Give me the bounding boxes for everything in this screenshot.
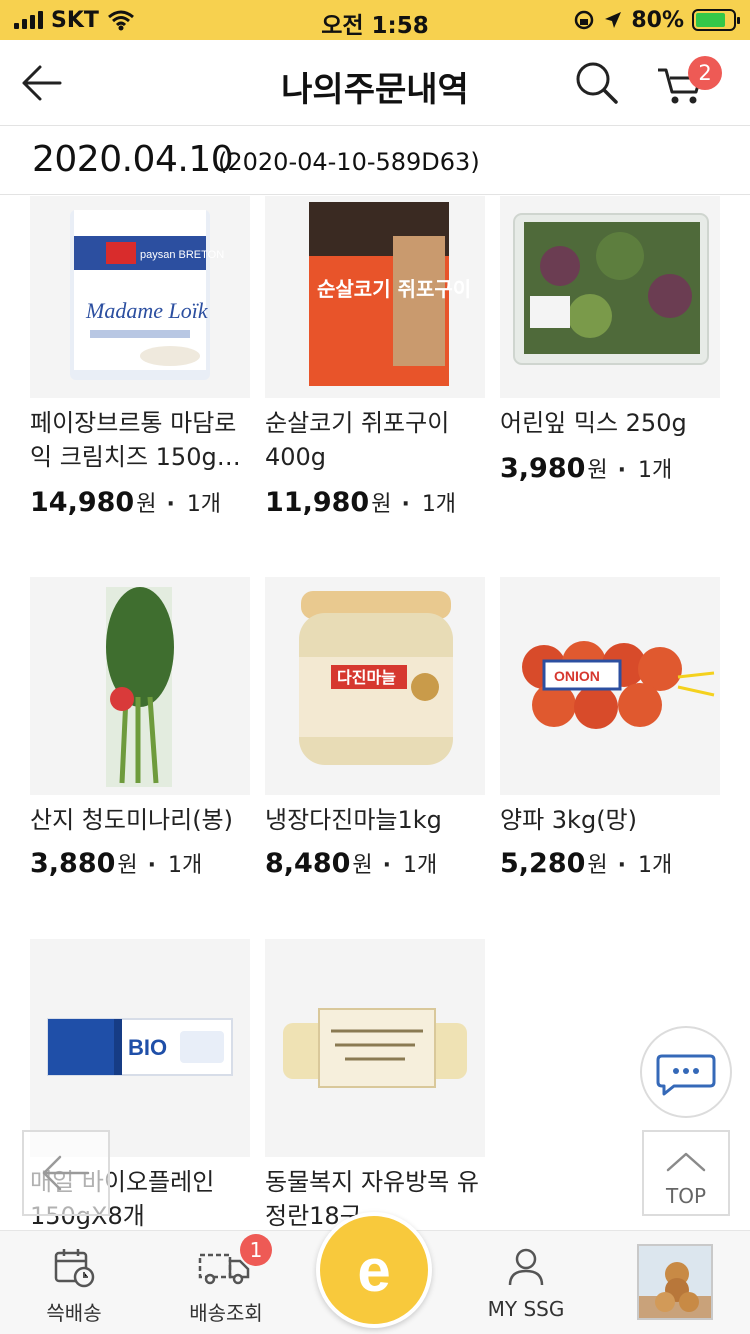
product-image-onion[interactable]: ONION	[500, 577, 720, 795]
calendar-clock-icon	[54, 1249, 95, 1288]
cream-cheese-brand-top: paysan BRETON	[140, 249, 224, 261]
jwipo-label: 순살코기 쥐포구이	[317, 277, 471, 301]
product-name[interactable]: 페이장브르통 마담로익 크림치즈 150g…	[30, 406, 255, 474]
product-price-line: 3,880원 · 1개	[30, 848, 203, 879]
product-name[interactable]: 양파 3kg(망)	[500, 803, 725, 837]
garlic-label: 다진마늘	[337, 668, 396, 687]
product-price-line: 14,980원 · 1개	[30, 487, 222, 518]
nav-label: MY SSG	[487, 1297, 565, 1321]
product-price: 14,980	[30, 487, 135, 518]
chevron-up-icon	[666, 1152, 706, 1172]
product-name[interactable]: 냉장다진마늘1kg	[265, 803, 490, 837]
header: 나의주문내역	[0, 40, 750, 126]
battery-icon	[692, 9, 740, 31]
location-icon	[605, 12, 622, 28]
cart-count-badge: 2	[688, 56, 722, 90]
product-price: 5,280	[500, 848, 586, 879]
product-price-line: 3,980원 · 1개	[500, 453, 673, 484]
product-quantity: 1개	[638, 458, 673, 483]
previous-page-button[interactable]	[22, 1130, 110, 1216]
cream-cheese-brand: Madame Loïk	[85, 298, 209, 323]
product-quantity: 1개	[403, 853, 438, 878]
battery-percent: 80%	[631, 7, 684, 33]
product-image-garlic[interactable]: 다진마늘	[265, 577, 485, 795]
product-price-line: 5,280원 · 1개	[500, 848, 673, 879]
order-header: 2020.04.10 (2020-04-10-589D63)	[0, 127, 750, 195]
price-currency: 원	[136, 492, 157, 517]
delivery-tracking-badge: 1	[240, 1234, 272, 1266]
top-label: TOP	[665, 1184, 707, 1208]
product-price: 11,980	[265, 487, 370, 518]
product-name[interactable]: 순살코기 쥐포구이 400g	[265, 406, 490, 474]
e-button-label: e	[357, 1237, 391, 1304]
chat-button[interactable]	[640, 1026, 732, 1118]
yogurt-label: BIO	[128, 1035, 167, 1060]
arrow-left-icon	[42, 1155, 90, 1191]
scroll-top-button[interactable]: TOP	[642, 1130, 730, 1216]
product-image-bio-yogurt[interactable]: BIO	[30, 939, 250, 1157]
status-bar: SKT 오전 1:58 80%	[0, 0, 750, 40]
price-currency: 원	[117, 853, 138, 878]
recent-product-image	[639, 1246, 711, 1318]
nav-item-my-ssg[interactable]: MY SSG	[476, 1231, 576, 1334]
price-currency: 원	[587, 853, 608, 878]
product-image-minari[interactable]	[30, 577, 250, 795]
rotation-lock-icon	[575, 10, 594, 30]
product-image-baby-leaf[interactable]	[500, 196, 720, 398]
nav-label: 쓱배송	[46, 1301, 102, 1325]
price-currency: 원	[587, 458, 608, 483]
order-number: (2020-04-10-589D63)	[218, 148, 480, 176]
page-title: 나의주문내역	[281, 70, 469, 110]
onion-label: ONION	[554, 668, 600, 684]
product-price: 3,880	[30, 848, 116, 879]
person-icon	[508, 1248, 544, 1286]
product-price: 3,980	[500, 453, 586, 484]
product-quantity: 1개	[638, 853, 673, 878]
product-image-eggs[interactable]	[265, 939, 485, 1157]
product-quantity: 1개	[421, 492, 457, 517]
product-name[interactable]: 산지 청도미나리(봉)	[30, 803, 255, 837]
product-name[interactable]: 어린잎 믹스 250g	[500, 406, 725, 440]
center-e-button[interactable]: e	[316, 1212, 432, 1328]
price-currency: 원	[352, 853, 373, 878]
nav-label: 배송조회	[189, 1301, 263, 1325]
product-quantity: 1개	[186, 492, 222, 517]
product-price-line: 8,480원 · 1개	[265, 848, 438, 879]
nav-item-ssg-delivery[interactable]: 쓱배송	[26, 1231, 122, 1334]
product-image-cream-cheese[interactable]: paysan BRETON Madame Loïk	[30, 196, 250, 398]
chat-bubble-icon	[656, 1054, 716, 1096]
status-right: 80%	[573, 6, 740, 34]
order-date: 2020.04.10	[32, 139, 234, 180]
product-image-jwipo[interactable]: 순살코기 쥐포구이	[265, 196, 485, 398]
product-price-line: 11,980원 · 1개	[265, 487, 457, 518]
product-quantity: 1개	[168, 853, 203, 878]
product-price: 8,480	[265, 848, 351, 879]
recently-viewed-thumbnail[interactable]	[637, 1244, 713, 1320]
price-currency: 원	[371, 492, 392, 517]
product-grid: paysan BRETON Madame Loïk 페이장브르통 마담로익 크림…	[0, 196, 750, 1230]
search-icon[interactable]	[572, 58, 622, 108]
